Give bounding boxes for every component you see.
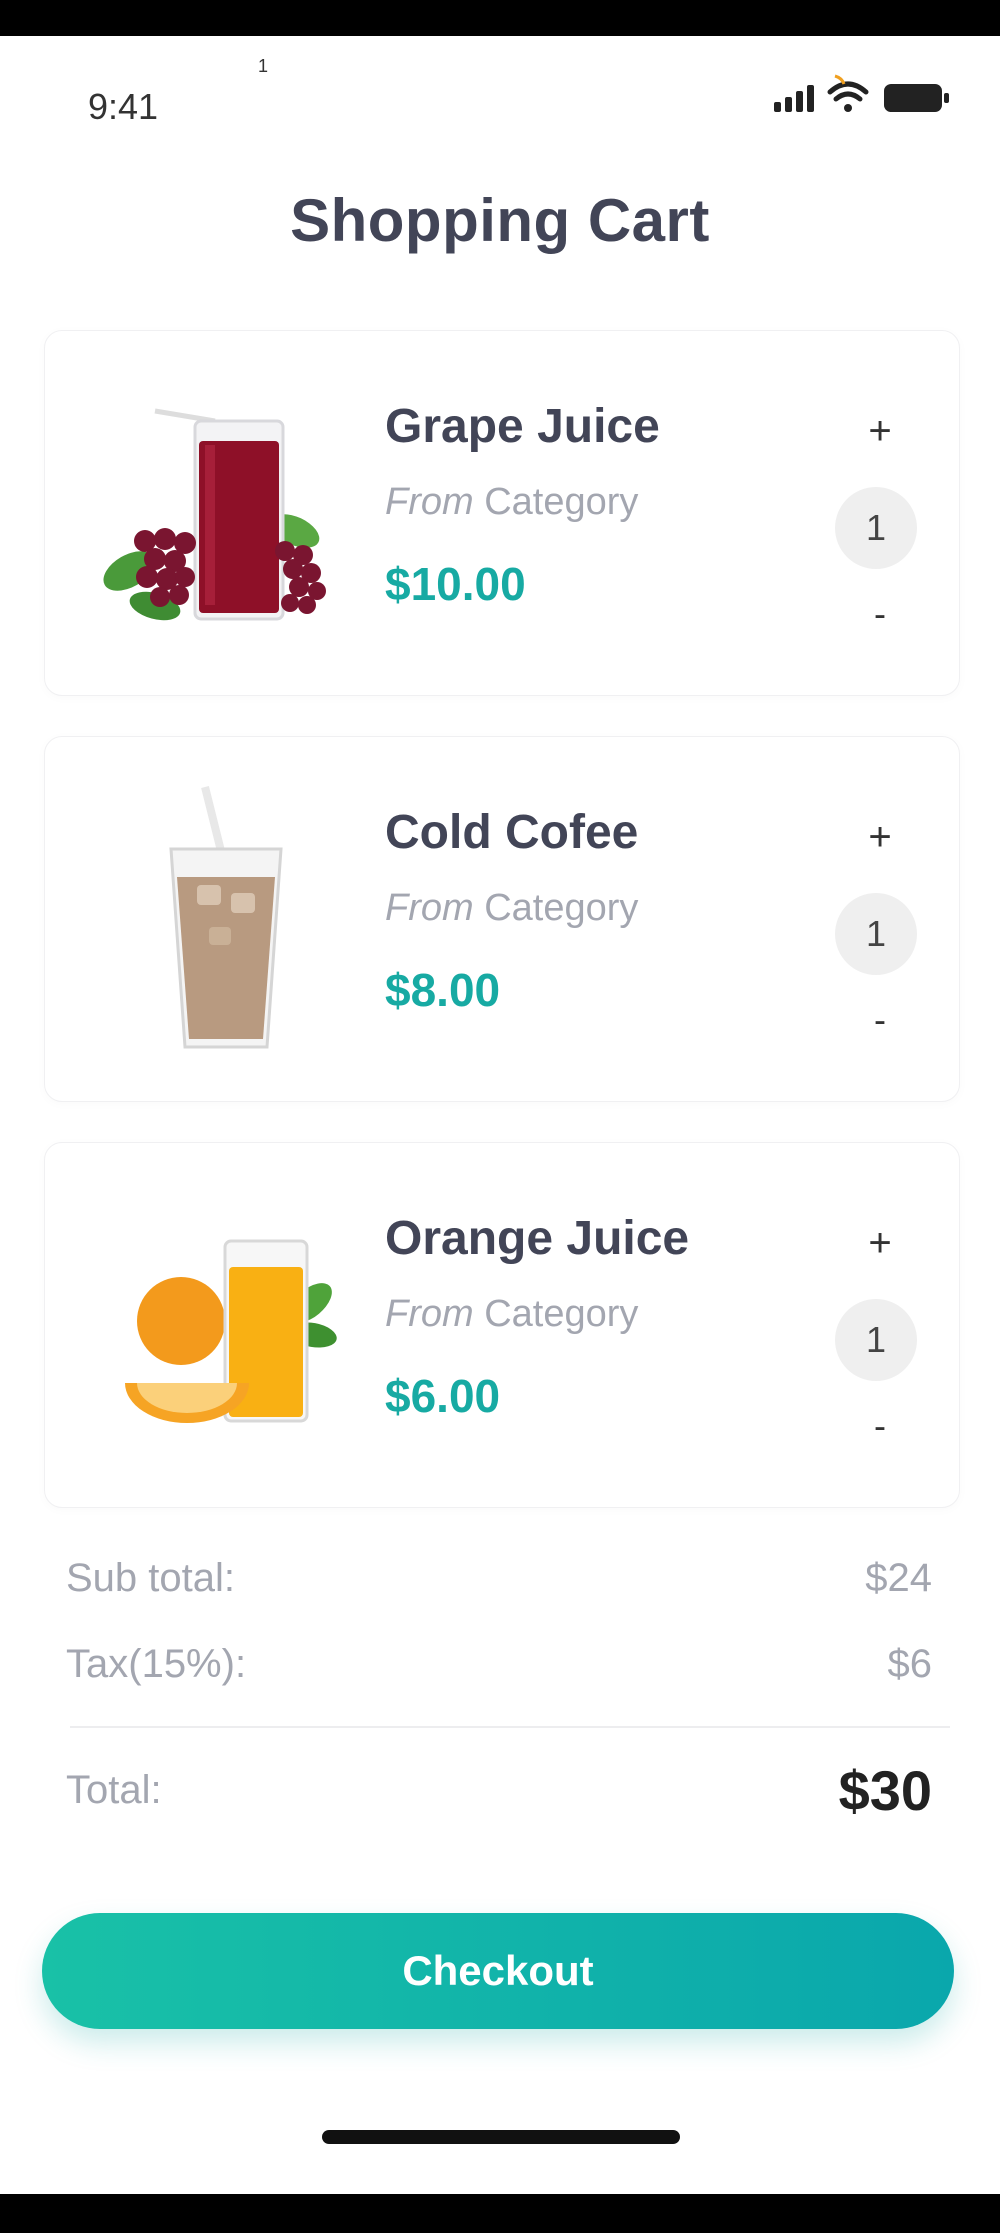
status-time: 9:41 (88, 86, 159, 127)
quantity-count: 1 (835, 893, 917, 975)
item-price: $8.00 (385, 964, 501, 1016)
total-value: $30 (838, 1759, 932, 1822)
checkout-button[interactable]: Checkout (42, 1913, 954, 2029)
status-indicator: 1 (258, 56, 269, 76)
item-category: From Category (385, 1293, 638, 1336)
activity-indicator (834, 74, 846, 85)
item-category-name: Category (484, 887, 639, 929)
quantity-decrease-button[interactable]: - (860, 593, 900, 635)
orange-juice-image (85, 1183, 345, 1467)
item-category-prefix: From (385, 481, 474, 523)
item-name: Orange Juice (385, 1212, 690, 1265)
subtotal-value: $24 (865, 1556, 932, 1600)
item-category: From Category (385, 481, 638, 524)
signal-icon (774, 85, 814, 112)
item-category-prefix: From (385, 1293, 474, 1335)
summary-divider (70, 1726, 950, 1728)
quantity-count: 1 (835, 1299, 917, 1381)
item-price: $6.00 (385, 1370, 501, 1422)
item-category: From Category (385, 887, 638, 930)
tax-value: $6 (887, 1642, 933, 1686)
home-indicator[interactable] (322, 2130, 680, 2144)
battery-icon (884, 84, 949, 112)
item-category-name: Category (484, 1293, 639, 1335)
item-category-prefix: From (385, 887, 474, 929)
app-screen: 9:41 1 Shopping Cart Grape Juice From Ca… (0, 36, 1000, 2194)
wifi-icon (827, 81, 869, 112)
item-name: Grape Juice (385, 400, 660, 453)
cold-coffee-image (85, 777, 345, 1061)
item-price: $10.00 (385, 558, 526, 610)
quantity-count: 1 (835, 487, 917, 569)
page-title: Shopping Cart (290, 187, 710, 254)
cart-list: Grape Juice From Category $10.00 + 1 - C… (44, 330, 960, 1548)
cart-item[interactable]: Grape Juice From Category $10.00 + 1 - (44, 330, 960, 696)
status-icons (768, 72, 958, 122)
quantity-increase-button[interactable]: + (860, 1221, 900, 1266)
item-name: Cold Cofee (385, 806, 639, 859)
cart-item[interactable]: Cold Cofee From Category $8.00 + 1 - (44, 736, 960, 1102)
grape-juice-image (85, 371, 345, 655)
quantity-increase-button[interactable]: + (860, 409, 900, 454)
tax-label: Tax(15%): (66, 1642, 247, 1686)
item-category-name: Category (484, 481, 639, 523)
quantity-decrease-button[interactable]: - (860, 999, 900, 1041)
quantity-increase-button[interactable]: + (860, 815, 900, 860)
cart-item[interactable]: Orange Juice From Category $6.00 + 1 - (44, 1142, 960, 1508)
total-label: Total: (66, 1768, 162, 1812)
subtotal-label: Sub total: (66, 1556, 236, 1600)
quantity-decrease-button[interactable]: - (860, 1405, 900, 1447)
